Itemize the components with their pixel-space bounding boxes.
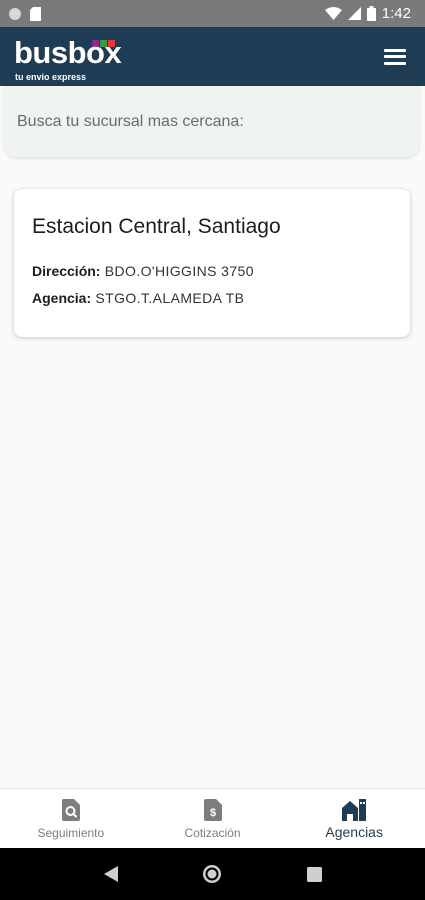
nav-label: Agencias [325, 824, 383, 840]
logo-text: busbox [14, 34, 122, 70]
branch-search-field[interactable]: Busca tu sucursal mas cercana: [4, 86, 419, 157]
agency-label: Agencia: [32, 290, 92, 306]
recents-icon[interactable] [294, 854, 334, 894]
svg-text:$: $ [209, 807, 215, 819]
nav-item-agencias[interactable]: Agencias [283, 789, 425, 848]
status-bar: 1:42 [0, 0, 425, 27]
menu-line [384, 48, 406, 52]
sim-card-icon [30, 6, 41, 21]
home-icon[interactable] [192, 854, 232, 894]
signal-icon [347, 7, 361, 20]
dollar-document-icon: $ [203, 798, 222, 822]
busbox-logo: busbox tu envio express [14, 33, 134, 82]
search-placeholder: Busca tu sucursal mas cercana: [17, 112, 244, 130]
system-navigation-bar [0, 848, 425, 900]
agency-value: STGO.T.ALAMEDA TB [95, 290, 245, 306]
nav-label: Seguimiento [37, 826, 105, 840]
nav-item-cotizacion[interactable]: $ Cotización [142, 789, 284, 848]
agency-name: Estacion Central, Santiago [32, 215, 281, 238]
app-bar: busbox tu envio express [0, 27, 425, 86]
search-document-icon [61, 798, 80, 822]
status-notifications [8, 6, 41, 21]
agency-code-row: Agencia: STGO.T.ALAMEDA TB [32, 290, 392, 306]
address-label: Dirección: [32, 263, 101, 279]
menu-line [384, 61, 406, 65]
status-time: 1:42 [381, 5, 411, 22]
nav-label: Cotización [184, 826, 241, 840]
logo-tagline: tu envio express [15, 71, 87, 82]
battery-icon [366, 6, 376, 21]
menu-line [384, 55, 406, 58]
address-value: BDO.O'HIGGINS 3750 [104, 263, 254, 279]
status-indicators: 1:42 [324, 5, 411, 22]
notification-circle-icon [9, 7, 21, 20]
wifi-icon [324, 7, 342, 20]
bottom-navigation: Seguimiento $ Cotización Agencias [0, 788, 425, 848]
hamburger-menu-icon[interactable] [383, 47, 407, 67]
back-icon[interactable] [91, 854, 131, 894]
house-icon [342, 798, 367, 822]
agency-card[interactable]: Estacion Central, Santiago Dirección: BD… [14, 189, 410, 337]
nav-item-seguimiento[interactable]: Seguimiento [0, 789, 142, 848]
agency-address-row: Dirección: BDO.O'HIGGINS 3750 [32, 263, 392, 279]
